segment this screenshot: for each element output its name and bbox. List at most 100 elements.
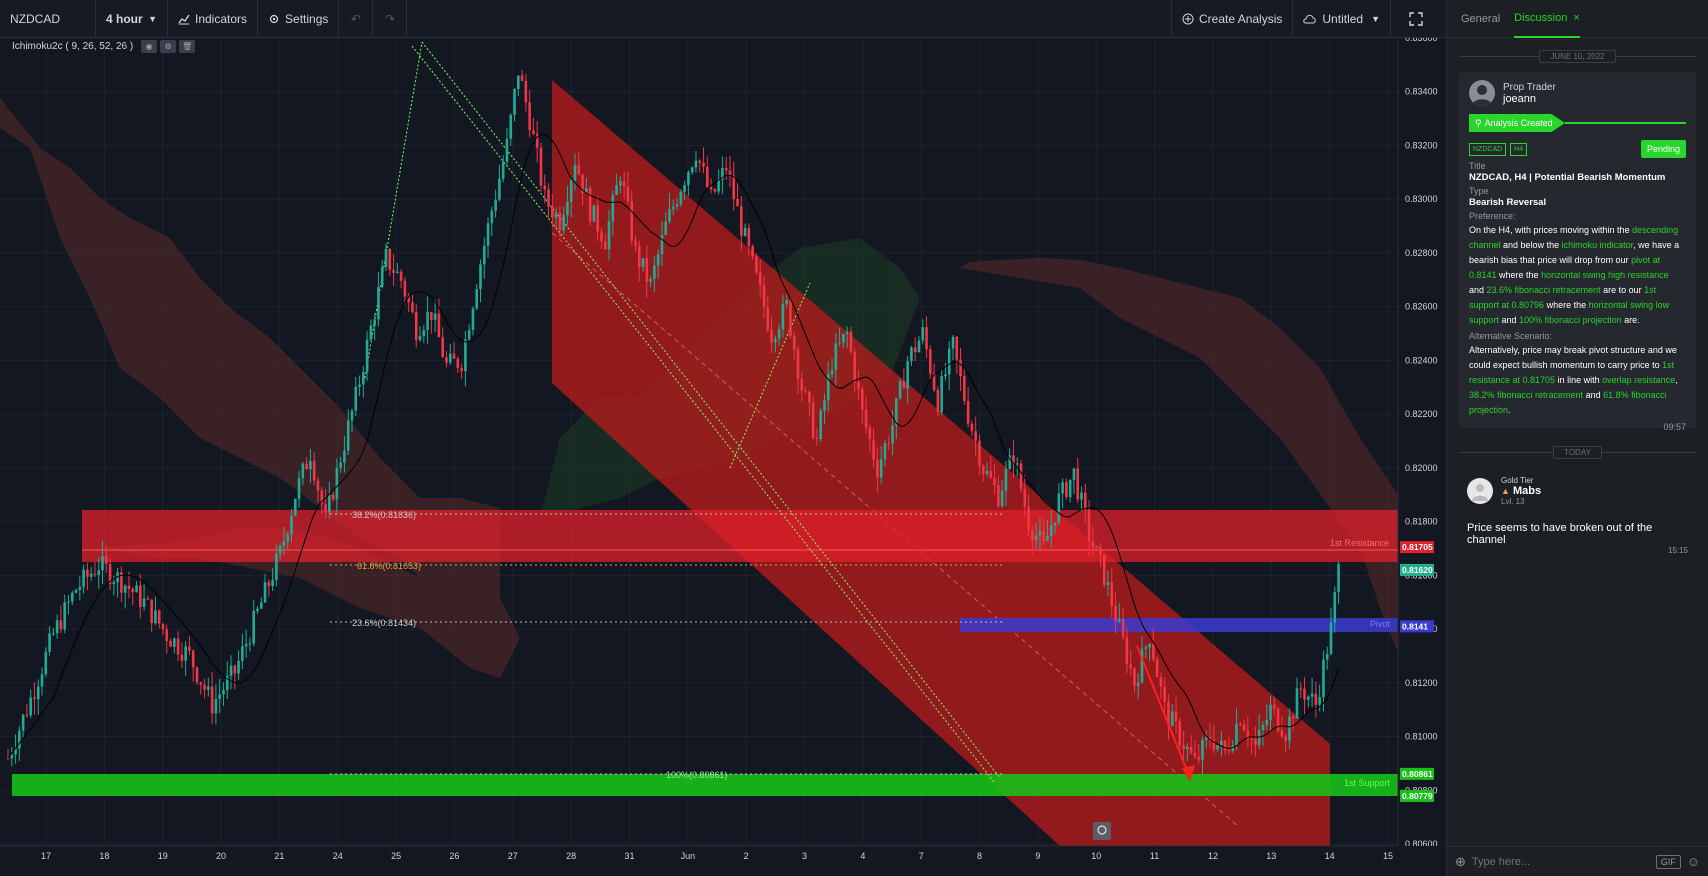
price-tick-label: 0.81800	[1405, 517, 1438, 527]
candle-body	[558, 213, 562, 231]
candle-body	[1152, 643, 1155, 660]
candle-body	[384, 248, 388, 267]
candle-body	[305, 463, 308, 470]
price-tick-label: 0.82800	[1405, 248, 1438, 258]
layout-select[interactable]: Untitled ▼	[1292, 0, 1390, 38]
trash-icon[interactable]: 🗑	[179, 39, 196, 53]
time-tick-label: 28	[566, 851, 576, 861]
candle-body	[169, 640, 172, 647]
candle-body	[974, 431, 977, 441]
tab-discussion[interactable]: Discussion ×	[1514, 0, 1580, 38]
candle-body	[199, 682, 203, 685]
candle-body	[694, 160, 698, 168]
candle-body	[808, 391, 811, 403]
price-chart[interactable]: 38.2%(0.81836) 61.8%(0.81653) 23.6%(0.81…	[0, 38, 1446, 876]
close-icon[interactable]: ×	[1573, 12, 1579, 24]
candle-body	[1238, 723, 1242, 725]
candle-body	[709, 187, 713, 190]
indicators-button[interactable]: Indicators	[168, 0, 259, 38]
candle-body	[1042, 531, 1046, 542]
interval-select[interactable]: 4 hour ▼	[96, 0, 168, 38]
candle-body	[1223, 740, 1227, 751]
card-author: Prop Trader joeann	[1469, 80, 1686, 106]
candle-body	[293, 498, 297, 516]
candle-body	[369, 325, 373, 340]
candle-body	[505, 138, 509, 162]
candle-body	[479, 264, 482, 290]
date-separator-label: TODAY	[1553, 445, 1602, 459]
pending-status-badge[interactable]: Pending	[1640, 140, 1686, 158]
candle-body	[101, 555, 104, 571]
plain-text: and below the	[1500, 240, 1562, 250]
settings-button[interactable]: Settings	[258, 0, 340, 38]
interval-label: 4 hour	[106, 11, 143, 26]
tab-general[interactable]: General	[1461, 0, 1500, 38]
time-tick-label: 26	[449, 851, 459, 861]
candle-body	[675, 204, 679, 207]
candle-body	[569, 180, 573, 202]
candle-body	[18, 730, 21, 749]
message-input[interactable]	[1471, 855, 1656, 868]
plain-text: and	[1583, 390, 1604, 400]
candle-body	[256, 608, 259, 611]
candle-body	[1102, 554, 1106, 585]
date-separator-label: JUNE 10, 2022	[1539, 49, 1616, 63]
add-icon[interactable]: ⊕	[1455, 854, 1466, 870]
candle-body	[785, 300, 788, 304]
emoji-icon[interactable]: ☺	[1687, 854, 1700, 869]
fullscreen-button[interactable]	[1390, 0, 1446, 38]
candle-body	[702, 162, 705, 167]
candle-body	[1291, 716, 1295, 719]
fib-618-label: 61.8%(0.81653)	[357, 561, 421, 571]
plain-text: where the	[1544, 300, 1589, 310]
candle-body	[267, 582, 271, 587]
create-analysis-button[interactable]: Create Analysis	[1171, 0, 1292, 38]
title-value: NZDCAD, H4 | Potential Bearish Momentum	[1469, 172, 1666, 183]
candle-body	[743, 227, 747, 236]
gear-icon	[269, 14, 279, 23]
price-axis[interactable]: 0.83600 0.83400 0.83200 0.83000 0.82800 0.826…	[1397, 38, 1446, 876]
undo-button[interactable]: ↶	[339, 0, 374, 38]
candle-body	[993, 477, 996, 485]
candle-body	[528, 102, 531, 131]
candle-body	[263, 582, 267, 603]
candle-body	[607, 221, 611, 250]
time-axis[interactable]: 17 18 19 20 21 24 25 26 27 28 31 Jun 2 3 4 7 8 9 10 11 12 13 1…	[0, 845, 1446, 876]
candle-body	[70, 592, 74, 602]
analysis-sidebar: General Discussion × JUNE 10, 2022 Prop …	[1446, 0, 1708, 876]
plain-text: where the	[1496, 270, 1542, 280]
plain-text: .	[1508, 405, 1511, 415]
plain-text: On the H4, with prices moving within the	[1469, 225, 1633, 235]
candle-body	[1049, 525, 1053, 537]
candle-body	[184, 646, 187, 661]
candle-body	[475, 289, 479, 309]
candle-body	[328, 494, 331, 513]
fib-100-label: 100%(0.80861)	[666, 770, 728, 780]
eye-icon[interactable]: ◉	[141, 39, 158, 53]
candle-body	[1118, 618, 1121, 622]
price-tick-label: 0.83200	[1405, 140, 1438, 150]
comment-author-name: Mabs	[1512, 485, 1542, 497]
candle-body	[823, 400, 826, 411]
redo-button[interactable]: ↷	[373, 0, 408, 38]
candle-body	[441, 337, 444, 357]
candle-body	[1254, 738, 1257, 746]
gear-icon[interactable]: ⚙	[160, 39, 177, 53]
candle-body	[373, 319, 376, 326]
candle-body	[1004, 468, 1008, 491]
candle-body	[944, 374, 947, 377]
idea-button[interactable]	[1093, 822, 1111, 840]
candle-body	[445, 356, 448, 363]
candle-body	[951, 336, 955, 349]
time-tick-label: 3	[802, 851, 807, 861]
plain-text: in line with	[1555, 375, 1603, 385]
candle-body	[1095, 546, 1098, 548]
support-label: 1st Support	[1344, 778, 1391, 788]
candle-body	[237, 660, 240, 674]
gif-button[interactable]: GIF	[1655, 854, 1681, 869]
candle-body	[600, 231, 603, 242]
candle-body	[1046, 536, 1049, 542]
chart-canvas[interactable]: 38.2%(0.81836) 61.8%(0.81653) 23.6%(0.81…	[0, 38, 1446, 876]
plain-text: are.	[1621, 315, 1640, 325]
symbol-search[interactable]: NZDCAD	[0, 0, 96, 38]
